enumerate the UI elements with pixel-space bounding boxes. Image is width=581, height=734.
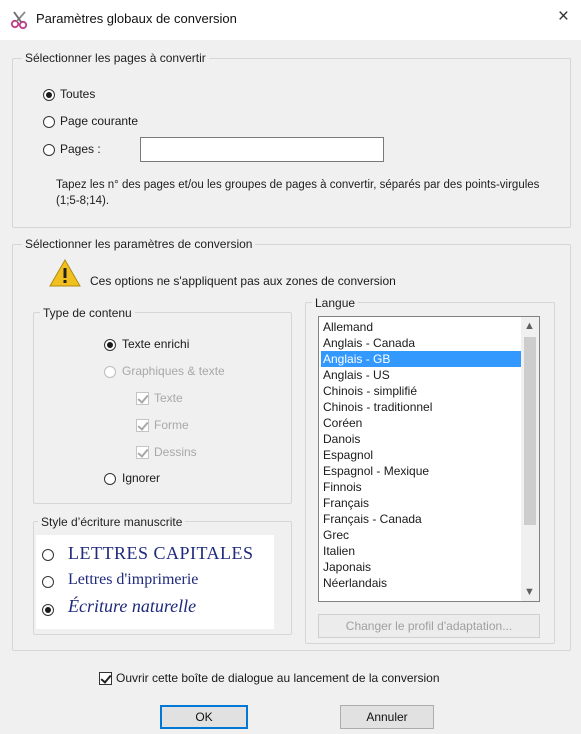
language-list-item[interactable]: Japonais — [321, 559, 521, 575]
language-list-item[interactable]: Anglais - US — [321, 367, 521, 383]
scroll-up-icon[interactable]: ▲ — [521, 320, 538, 332]
ok-button[interactable]: OK — [160, 705, 248, 729]
checkbox-text-label[interactable]: Texte — [154, 391, 183, 405]
radio-pages-label[interactable]: Pages : — [60, 142, 101, 156]
checkbox-text[interactable] — [136, 392, 149, 405]
language-list-item[interactable]: Espagnol — [321, 447, 521, 463]
radio-graphics-text[interactable] — [104, 366, 116, 378]
scrollbar-thumb[interactable] — [524, 337, 536, 525]
language-list-item[interactable]: Anglais - GB — [321, 351, 521, 367]
radio-print-letters-label[interactable]: Lettres d'imprimerie — [68, 571, 198, 589]
scissors-icon — [10, 10, 30, 30]
language-list-item[interactable]: Coréen — [321, 415, 521, 431]
title-bar: Paramètres globaux de conversion × — [0, 0, 581, 40]
close-button[interactable]: × — [558, 6, 569, 28]
language-list-item[interactable]: Finnois — [321, 479, 521, 495]
handwriting-legend: Style d’écriture manuscrite — [38, 515, 186, 529]
pages-input[interactable] — [140, 137, 384, 162]
radio-ignore[interactable] — [104, 473, 116, 485]
radio-current-page[interactable] — [43, 116, 55, 128]
radio-rich-text-label[interactable]: Texte enrichi — [122, 337, 189, 351]
check-mark-icon — [137, 392, 149, 404]
open-dialog-checkbox[interactable] — [99, 672, 112, 685]
pages-group-legend: Sélectionner les pages à convertir — [22, 51, 209, 65]
radio-all-pages[interactable] — [43, 89, 55, 101]
radio-natural-writing[interactable] — [42, 604, 54, 616]
radio-pages[interactable] — [43, 144, 55, 156]
language-list-item[interactable]: Anglais - Canada — [321, 335, 521, 351]
radio-all-pages-label[interactable]: Toutes — [60, 87, 95, 101]
radio-graphics-text-label[interactable]: Graphiques & texte — [122, 364, 225, 378]
radio-print-letters[interactable] — [42, 576, 54, 588]
warning-icon — [48, 258, 82, 288]
language-list-item[interactable]: Espagnol - Mexique — [321, 463, 521, 479]
language-list-item[interactable]: Danois — [321, 431, 521, 447]
checkbox-shape[interactable] — [136, 419, 149, 432]
checkbox-shape-label[interactable]: Forme — [154, 418, 189, 432]
language-legend: Langue — [312, 296, 359, 310]
check-mark-icon — [137, 419, 149, 431]
content-type-legend: Type de contenu — [40, 306, 135, 320]
language-list-item[interactable]: Chinois - simplifié — [321, 383, 521, 399]
change-profile-button[interactable]: Changer le profil d'adaptation... — [318, 614, 540, 638]
cancel-button[interactable]: Annuler — [340, 705, 434, 729]
language-list-item[interactable]: Néerlandais — [321, 575, 521, 591]
radio-capitals-label[interactable]: LETTRES CAPITALES — [68, 543, 254, 564]
radio-rich-text[interactable] — [104, 339, 116, 351]
pages-hint: Tapez les n° des pages et/ou les groupes… — [56, 179, 540, 207]
language-list-item[interactable]: Chinois - traditionnel — [321, 399, 521, 415]
check-mark-icon — [137, 446, 149, 458]
radio-ignore-label[interactable]: Ignorer — [122, 471, 160, 485]
checkbox-drawings[interactable] — [136, 446, 149, 459]
open-dialog-checkbox-label[interactable]: Ouvrir cette boîte de dialogue au lancem… — [116, 671, 440, 685]
language-list-item[interactable]: Italien — [321, 543, 521, 559]
language-list-item[interactable]: Français - Canada — [321, 511, 521, 527]
language-scrollbar[interactable]: ▲ ▼ — [521, 317, 539, 601]
conversion-group-legend: Sélectionner les paramètres de conversio… — [22, 237, 256, 251]
checkbox-drawings-label[interactable]: Dessins — [154, 445, 197, 459]
language-list-item[interactable]: Français — [321, 495, 521, 511]
language-list-item[interactable]: Grec — [321, 527, 521, 543]
check-mark-icon — [100, 672, 112, 684]
radio-natural-writing-label[interactable]: Écriture naturelle — [68, 596, 196, 617]
language-listbox[interactable]: Allemand Anglais - Canada Anglais - GB Angl… — [318, 316, 540, 602]
radio-current-page-label[interactable]: Page courante — [60, 114, 138, 128]
radio-capitals[interactable] — [42, 549, 54, 561]
language-list-item[interactable]: Allemand — [321, 319, 521, 335]
window-title: Paramètres globaux de conversion — [36, 11, 237, 26]
warning-text: Ces options ne s'appliquent pas aux zone… — [90, 274, 396, 288]
scroll-down-icon[interactable]: ▼ — [521, 586, 538, 598]
